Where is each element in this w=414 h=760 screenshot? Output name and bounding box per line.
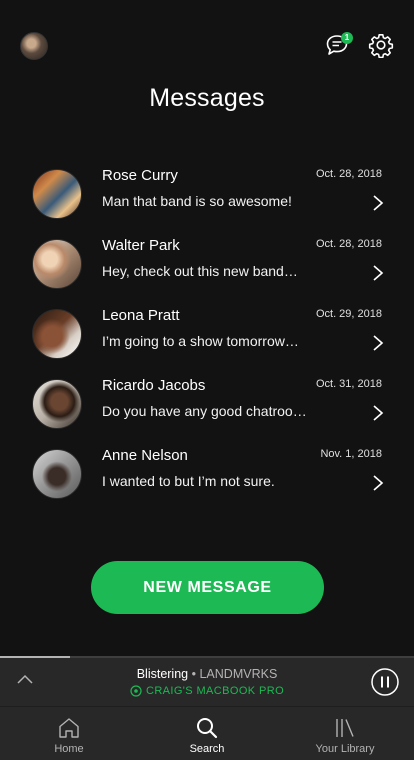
nav-search-label: Search (189, 743, 225, 755)
nav-home[interactable]: Home (0, 707, 138, 760)
message-date: Oct. 29, 2018 (315, 308, 382, 320)
gear-icon[interactable] (368, 32, 394, 58)
library-icon (336, 719, 354, 737)
track-artist: LANDMVRKS (199, 667, 278, 681)
chevron-right-icon (373, 195, 384, 211)
speaker-icon (130, 685, 142, 697)
message-preview: I wanted to but I’m not sure. (102, 473, 275, 489)
message-row[interactable]: Anne Nelson Nov. 1, 2018 I wanted to but… (0, 440, 414, 510)
contact-name: Anne Nelson (102, 447, 188, 464)
messages-screen: 1 Messages Rose Curry Oct. 28, 2018 Man … (0, 0, 414, 760)
chevron-right-icon (373, 335, 384, 351)
search-icon (197, 718, 218, 739)
chevron-right-icon (373, 265, 384, 281)
avatar (32, 309, 82, 359)
bottom-nav: Home Search Your Library (0, 706, 414, 760)
track-separator: • (191, 667, 196, 681)
pause-icon[interactable] (370, 667, 400, 697)
contact-name: Leona Pratt (102, 307, 180, 324)
chevron-right-icon (373, 405, 384, 421)
nav-library[interactable]: Your Library (276, 707, 414, 760)
message-row[interactable]: Walter Park Oct. 28, 2018 Hey, check out… (0, 230, 414, 300)
nav-library-label: Your Library (315, 743, 375, 755)
avatar (32, 239, 82, 289)
home-icon (59, 718, 79, 738)
page-title: Messages (149, 84, 265, 112)
playback-progress-fill (0, 656, 71, 658)
message-preview: Hey, check out this new band… (102, 263, 298, 279)
track-title: Blistering (136, 667, 189, 681)
message-row[interactable]: Leona Pratt Oct. 29, 2018 I’m going to a… (0, 300, 414, 370)
device-name: CRAIG'S MACBOOK PRO (145, 685, 285, 697)
message-date: Nov. 1, 2018 (320, 448, 382, 460)
now-playing-bar[interactable]: Blistering • LANDMVRKS CRAIG'S MACBOOK P… (0, 656, 414, 706)
avatar (32, 449, 82, 499)
chevron-right-icon (373, 475, 384, 491)
user-avatar[interactable] (20, 32, 48, 60)
new-message-button[interactable]: NEW MESSAGE (91, 561, 324, 614)
playback-progress (0, 656, 414, 658)
nav-search[interactable]: Search (138, 707, 276, 760)
notification-badge: 1 (341, 32, 353, 44)
message-date: Oct. 31, 2018 (315, 378, 382, 390)
message-preview: Do you have any good chatrooms? (102, 403, 316, 419)
contact-name: Ricardo Jacobs (102, 377, 206, 394)
nav-home-label: Home (54, 743, 84, 755)
message-preview: Man that band is so awesome! (102, 193, 292, 209)
contact-name: Rose Curry (102, 167, 178, 184)
message-date: Oct. 28, 2018 (315, 238, 382, 250)
message-date: Oct. 28, 2018 (315, 168, 382, 180)
message-preview: I’m going to a show tomorrow… (102, 333, 299, 349)
track-info: Blistering • LANDMVRKS (0, 667, 414, 681)
avatar (32, 379, 82, 429)
avatar (32, 169, 82, 219)
contact-name: Walter Park (102, 237, 180, 254)
connected-device[interactable]: CRAIG'S MACBOOK PRO (0, 685, 414, 697)
message-row[interactable]: Ricardo Jacobs Oct. 31, 2018 Do you have… (0, 370, 414, 440)
message-list: Rose Curry Oct. 28, 2018 Man that band i… (0, 160, 414, 510)
message-row[interactable]: Rose Curry Oct. 28, 2018 Man that band i… (0, 160, 414, 230)
